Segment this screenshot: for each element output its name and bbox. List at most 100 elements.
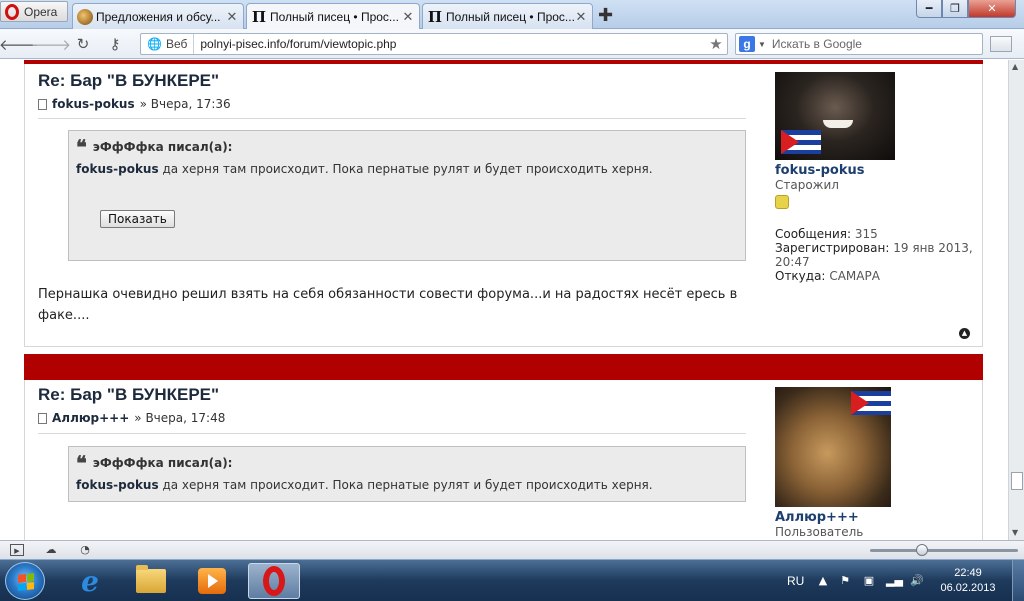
opera-unite-cloud-icon[interactable]: ☁ <box>44 544 58 556</box>
avatar[interactable] <box>775 72 895 160</box>
web-scheme-badge[interactable]: 🌐 Веб <box>141 34 195 54</box>
tab-close-icon[interactable]: ✕ <box>225 9 239 25</box>
avatar[interactable] <box>775 387 891 507</box>
divider <box>38 433 746 434</box>
back-to-top-icon[interactable]: ▲ <box>959 328 970 339</box>
quote-header: ❝ эФфФфка писал(а): <box>76 453 233 473</box>
start-button[interactable] <box>5 562 45 600</box>
browser-status-bar: ▶ ☁ ◔ <box>0 540 1024 559</box>
forward-arrow-icon[interactable]: 🡒 <box>31 35 71 54</box>
key-icon[interactable]: ⚷ <box>106 35 124 53</box>
spoiler-show-button[interactable]: Показать <box>100 210 175 228</box>
tab-close-icon[interactable]: ✕ <box>401 9 415 25</box>
opera-turbo-icon[interactable]: ◔ <box>78 544 92 556</box>
search-placeholder: Искать в Google <box>771 37 862 51</box>
maximize-button[interactable]: ❐ <box>942 0 968 18</box>
registered-label: Зарегистрирован: <box>775 241 890 255</box>
windows-taskbar: e RU ▲ ⚑ ▣ ▂▄ 🔊 22:49 06.02.2013 <box>0 559 1024 601</box>
quote-author-line: эФфФфка писал(а): <box>92 456 233 470</box>
opera-logo-icon <box>5 3 19 20</box>
quote-block: ❝ эФфФфка писал(а): fokus-pokus да херня… <box>68 446 746 502</box>
post-author[interactable]: fokus-pokus <box>52 97 135 111</box>
forum-favicon-icon: П <box>427 7 443 26</box>
new-tab-plus-icon[interactable]: ✚ <box>598 5 613 26</box>
post-time: » Вчера, 17:48 <box>134 411 226 425</box>
system-clock[interactable]: 22:49 06.02.2013 <box>940 566 996 596</box>
opera-menu-label: Opera <box>24 4 58 19</box>
messages-label: Сообщения: <box>775 227 852 241</box>
file-explorer-taskbar-icon[interactable] <box>125 563 177 599</box>
action-center-flag-icon[interactable]: ⚑ <box>838 574 852 588</box>
minimize-button[interactable]: ━ <box>916 0 942 18</box>
url-text[interactable]: polnyi-pisec.info/forum/viewtopic.php <box>194 37 705 51</box>
panel-toggle-icon[interactable]: ▶ <box>10 544 24 556</box>
profile-username[interactable]: Аллюр+++ <box>775 510 975 525</box>
clock-date: 06.02.2013 <box>940 582 996 594</box>
globe-icon: 🌐 <box>147 37 162 51</box>
from-label: Откуда: <box>775 269 826 283</box>
quote-text: fokus-pokus да херня там происходит. Пок… <box>76 162 653 176</box>
address-field[interactable]: 🌐 Веб polnyi-pisec.info/forum/viewtopic.… <box>140 33 728 55</box>
user-profile-panel: fokus-pokus Старожил Сообщения: 315 Заре… <box>775 72 975 283</box>
back-arrow-icon[interactable]: 🡐 <box>0 35 39 54</box>
tab-bar: Opera Предложения и обсу... ✕ П Полный п… <box>0 0 1024 30</box>
bookmark-star-icon[interactable]: ★ <box>705 35 727 53</box>
post-meta: fokus-pokus » Вчера, 17:36 <box>38 97 231 111</box>
tab-title: Предложения и обсу... <box>96 9 221 24</box>
profile-username[interactable]: fokus-pokus <box>775 163 975 178</box>
volume-icon[interactable]: 🔊 <box>910 574 924 588</box>
media-player-taskbar-icon[interactable] <box>186 563 238 599</box>
forum-page: Re: Бар "В БУНКЕРЕ" fokus-pokus » Вчера,… <box>0 60 1024 540</box>
tab-proposals[interactable]: Предложения и обсу... ✕ <box>72 3 244 29</box>
opera-menu-button[interactable]: Opera <box>0 1 68 22</box>
tab-polnyi-pisec-active[interactable]: П Полный писец • Прос... ✕ <box>246 3 420 30</box>
scroll-down-arrow-icon[interactable]: ▼ <box>1012 528 1018 537</box>
post-author[interactable]: Аллюр+++ <box>52 411 129 425</box>
post-time: » Вчера, 17:36 <box>139 97 231 111</box>
panel-toggle-button[interactable] <box>990 36 1012 52</box>
from-location: САМАРА <box>829 269 880 283</box>
forum-post: Re: Бар "В БУНКЕРЕ" Аллюр+++ » Вчера, 17… <box>24 380 983 540</box>
messages-count[interactable]: 315 <box>855 227 878 241</box>
quote-body: да херня там происходит. Пока пернатые р… <box>162 478 653 492</box>
tab-title: Полный писец • Прос... <box>446 9 574 24</box>
google-icon: g <box>739 36 755 52</box>
search-engine-dropdown-icon[interactable]: ▼ <box>758 40 766 49</box>
divider <box>38 118 746 119</box>
post-document-icon[interactable] <box>38 412 47 424</box>
scrollbar-thumb[interactable] <box>1011 472 1023 490</box>
web-scheme-label: Веб <box>165 37 188 51</box>
rank-badge-icon <box>775 195 789 209</box>
tab-polnyi-pisec[interactable]: П Полный писец • Прос... ✕ <box>422 3 593 29</box>
search-field[interactable]: g ▼ Искать в Google <box>735 33 983 55</box>
forum-post: Re: Бар "В БУНКЕРЕ" fokus-pokus » Вчера,… <box>24 64 983 347</box>
show-desktop-button[interactable] <box>1012 560 1024 601</box>
zoom-slider-knob[interactable] <box>916 544 928 556</box>
profile-rank: Пользователь <box>775 525 864 539</box>
quote-text: fokus-pokus да херня там происходит. Пок… <box>76 478 653 492</box>
vertical-scrollbar[interactable]: ▲ ▼ <box>1008 60 1024 540</box>
post-document-icon[interactable] <box>38 98 47 110</box>
cuban-flag-icon <box>781 130 821 154</box>
quote-block: ❝ эФфФфка писал(а): fokus-pokus да херня… <box>68 130 746 261</box>
site-favicon-icon <box>77 8 93 25</box>
internet-explorer-taskbar-icon[interactable]: e <box>64 563 116 599</box>
profile-rank: Старожил <box>775 178 839 192</box>
network-signal-icon[interactable]: ▂▄ <box>886 574 903 588</box>
language-indicator[interactable]: RU <box>787 560 804 601</box>
address-toolbar: 🡐 🡒 ↻ ⚷ 🌐 Веб polnyi-pisec.info/forum/vi… <box>0 29 1024 59</box>
device-icon[interactable]: ▣ <box>862 574 876 588</box>
zoom-slider-track[interactable] <box>870 549 1018 552</box>
avatar-teeth <box>823 120 853 128</box>
scroll-up-arrow-icon[interactable]: ▲ <box>1012 62 1018 71</box>
show-hidden-icons-icon[interactable]: ▲ <box>816 574 830 588</box>
opera-taskbar-icon[interactable] <box>248 563 300 599</box>
close-window-button[interactable]: ✕ <box>968 0 1016 18</box>
reload-icon[interactable]: ↻ <box>74 35 92 53</box>
post-title[interactable]: Re: Бар "В БУНКЕРЕ" <box>38 385 219 405</box>
quoted-user: fokus-pokus <box>76 478 159 492</box>
quoted-user: fokus-pokus <box>76 162 159 176</box>
tab-close-icon[interactable]: ✕ <box>574 9 588 25</box>
post-title[interactable]: Re: Бар "В БУНКЕРЕ" <box>38 71 219 91</box>
quote-author-line: эФфФфка писал(а): <box>92 140 233 154</box>
